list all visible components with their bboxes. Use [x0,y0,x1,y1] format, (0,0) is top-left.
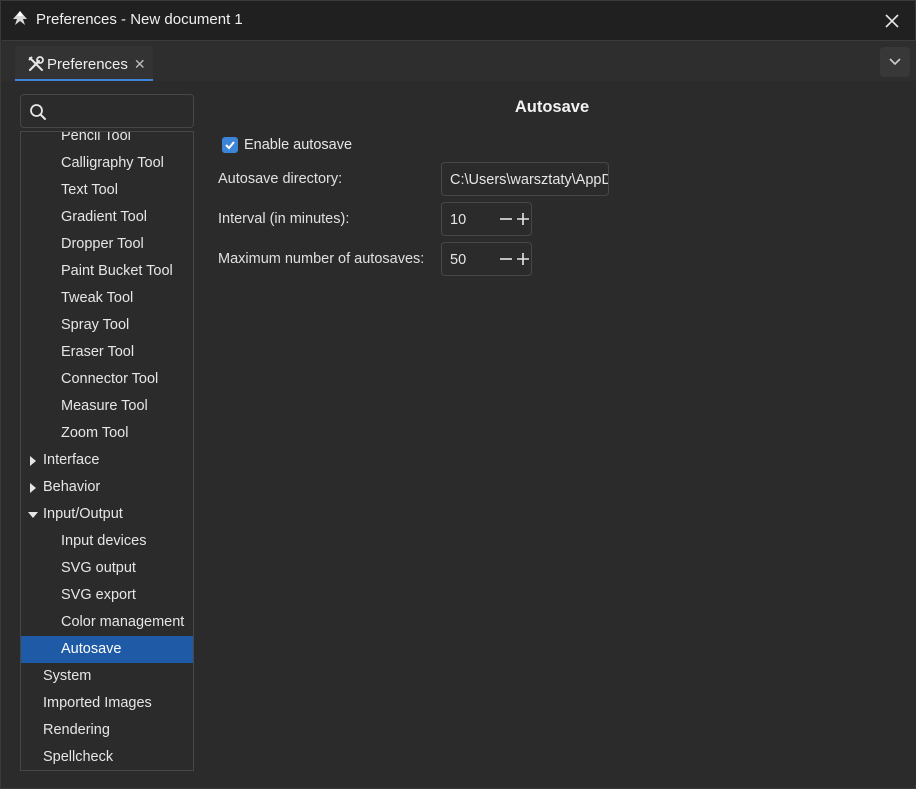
sidebar-item-svg-output[interactable]: SVG output [21,555,193,582]
sidebar-item-connector-tool[interactable]: Connector Tool [21,366,193,393]
sidebar-item-rendering[interactable]: Rendering [21,717,193,744]
sidebar-item-text-tool[interactable]: Text Tool [21,177,193,204]
enable-autosave-checkbox[interactable] [222,137,238,153]
tree-list: Pencil Tool Calligraphy Tool Text Tool Grad… [21,131,193,770]
max-autosaves-input[interactable] [450,249,496,271]
sidebar-item-eraser-tool[interactable]: Eraser Tool [21,339,193,366]
search-field[interactable] [20,94,194,128]
enable-autosave-row[interactable]: Enable autosave [222,135,352,155]
interval-input[interactable] [450,209,496,231]
sidebar-item-zoom-tool[interactable]: Zoom Tool [21,420,193,447]
minus-icon [500,258,512,260]
minus-icon [500,218,512,220]
interval-increment-button[interactable] [514,210,532,228]
tab-label: Preferences [47,55,128,73]
max-autosaves-spinbutton[interactable] [441,242,532,276]
sidebar-item-gradient-tool[interactable]: Gradient Tool [21,204,193,231]
sidebar-item-imported-images[interactable]: Imported Images [21,690,193,717]
interval-label: Interval (in minutes): [218,211,350,227]
tab-bar: Preferences ✕ [2,40,916,82]
sidebar-item-measure-tool[interactable]: Measure Tool [21,393,193,420]
chevron-down-icon [889,58,901,66]
sidebar-item-spellcheck[interactable]: Spellcheck [21,744,193,770]
sidebar-item-label: Interface [43,452,100,468]
tab-close-button[interactable]: ✕ [134,56,146,73]
sidebar-item-label: Text Tool [61,182,118,198]
sidebar-item-label: Gradient Tool [61,209,147,225]
sidebar-item-spray-tool[interactable]: Spray Tool [21,312,193,339]
sidebar-item-system[interactable]: System [21,663,193,690]
sidebar-item-dropper-tool[interactable]: Dropper Tool [21,231,193,258]
search-icon [30,104,46,120]
expand-arrow-right-icon[interactable] [28,483,38,493]
sidebar-item-label: Behavior [43,479,101,495]
sidebar-item-calligraphy-tool[interactable]: Calligraphy Tool [21,150,193,177]
sidebar-item-autosave[interactable]: Autosave [21,636,193,663]
page-title: Autosave [514,98,590,116]
sidebar-item-label: Spray Tool [61,317,130,333]
sidebar-item-label: Input/Output [43,506,123,522]
checkmark-icon [225,141,235,150]
max-autosaves-increment-button[interactable] [514,250,532,268]
sidebar-item-pencil-tool[interactable]: Pencil Tool [21,131,193,150]
sidebar-item-label: Calligraphy Tool [61,155,164,171]
preferences-content: Pencil Tool Calligraphy Tool Text Tool Grad… [2,81,916,785]
sidebar-item-label: Imported Images [43,695,152,711]
search-input[interactable] [55,99,189,123]
sidebar-item-label: Color management [61,614,185,630]
autosave-directory-input[interactable] [450,169,608,191]
autosave-directory-field[interactable] [441,162,609,196]
sidebar-item-behavior[interactable]: Behavior [21,474,193,501]
sidebar-item-paint-bucket-tool[interactable]: Paint Bucket Tool [21,258,193,285]
sidebar-item-label: Autosave [61,641,122,657]
sidebar-item-label: SVG output [61,560,136,576]
sidebar-item-label: Spellcheck [43,749,114,765]
autosave-directory-label: Autosave directory: [218,171,343,187]
sidebar-item-color-management[interactable]: Color management [21,609,193,636]
sidebar-item-label: Tweak Tool [61,290,134,306]
tab-preferences[interactable]: Preferences ✕ [15,46,153,82]
plus-icon [517,253,529,265]
enable-autosave-label: Enable autosave [244,137,353,153]
sidebar-item-input-output[interactable]: Input/Output [21,501,193,528]
tab-menu-button[interactable] [880,47,910,77]
interval-decrement-button[interactable] [497,210,515,228]
plus-icon [517,213,529,225]
expand-arrow-right-icon[interactable] [28,456,38,466]
sidebar-item-interface[interactable]: Interface [21,447,193,474]
preferences-window: Preferences - New document 1 Preferences… [0,0,916,789]
sidebar-item-label: Pencil Tool [61,131,131,144]
preferences-tools-icon [28,56,44,72]
sidebar-item-svg-export[interactable]: SVG export [21,582,193,609]
sidebar-item-label: Eraser Tool [61,344,135,360]
preferences-tree[interactable]: Pencil Tool Calligraphy Tool Text Tool Grad… [20,131,194,771]
title-bar[interactable]: Preferences - New document 1 [1,1,915,40]
close-icon [885,13,899,28]
sidebar-item-label: Paint Bucket Tool [61,263,173,279]
max-autosaves-decrement-button[interactable] [497,250,515,268]
sidebar-item-label: Connector Tool [61,371,159,387]
sidebar-item-label: System [43,668,92,684]
max-autosaves-label: Maximum number of autosaves: [218,251,425,267]
sidebar-item-input-devices[interactable]: Input devices [21,528,193,555]
interval-spinbutton[interactable] [441,202,532,236]
sidebar-item-label: Rendering [43,722,110,738]
sidebar-item-label: Dropper Tool [61,236,144,252]
sidebar-item-label: SVG export [61,587,136,603]
close-window-button[interactable] [869,1,915,40]
sidebar-item-label: Input devices [61,533,147,549]
sidebar-item-label: Zoom Tool [61,425,129,441]
sidebar-item-label: Measure Tool [61,398,148,414]
sidebar-item-tweak-tool[interactable]: Tweak Tool [21,285,193,312]
expand-arrow-down-icon[interactable] [28,510,38,520]
inkscape-icon [13,11,27,25]
window-title: Preferences - New document 1 [36,11,243,28]
